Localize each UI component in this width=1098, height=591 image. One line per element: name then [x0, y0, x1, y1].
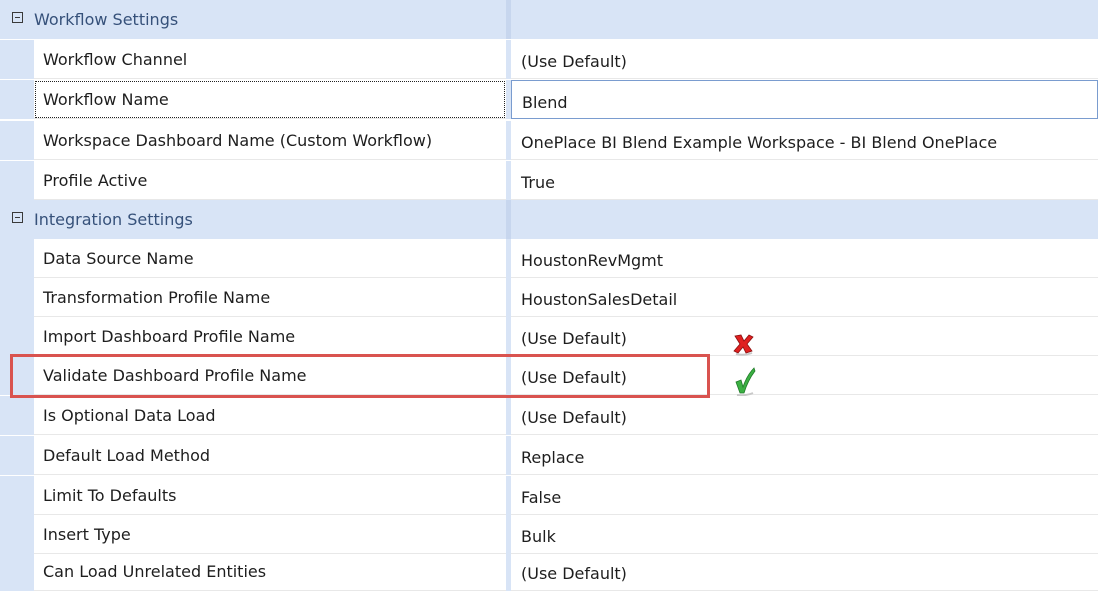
red-x-icon [733, 334, 754, 356]
property-row[interactable]: Profile Active True [0, 161, 1098, 200]
column-separator [506, 200, 511, 239]
property-value[interactable]: HoustonRevMgmt [511, 239, 1098, 278]
row-gutter [0, 436, 34, 475]
property-name[interactable]: Limit To Defaults [34, 476, 506, 515]
property-name[interactable]: Can Load Unrelated Entities [34, 552, 506, 591]
row-gutter [0, 396, 34, 435]
property-row[interactable]: Can Load Unrelated Entities (Use Default… [0, 552, 1098, 591]
row-gutter [0, 515, 34, 554]
property-name-text: Workflow Channel [43, 50, 188, 69]
property-value-text: OnePlace BI Blend Example Workspace - BI… [521, 133, 998, 152]
property-name[interactable]: Default Load Method [34, 436, 506, 475]
property-row[interactable]: Default Load Method Replace [0, 436, 1098, 475]
row-gutter [0, 40, 34, 79]
property-row[interactable]: Limit To Defaults False [0, 476, 1098, 515]
property-row-selected[interactable]: Workflow Name Blend [0, 80, 1098, 119]
property-value[interactable]: Bulk [511, 515, 1098, 554]
property-value[interactable]: (Use Default) [511, 396, 1098, 435]
row-gutter [0, 476, 34, 515]
property-row[interactable]: Insert Type Bulk [0, 515, 1098, 554]
green-check-icon [735, 367, 756, 396]
property-value-text: Blend [522, 93, 568, 112]
property-value[interactable]: (Use Default) [511, 40, 1098, 79]
property-name[interactable]: Profile Active [34, 161, 506, 200]
property-name-text: Can Load Unrelated Entities [43, 562, 267, 581]
property-value-text: (Use Default) [521, 329, 627, 348]
property-name[interactable]: Workflow Name [34, 80, 506, 119]
property-name-text: Workspace Dashboard Name (Custom Workflo… [43, 131, 433, 150]
property-name-text: Data Source Name [43, 249, 194, 268]
property-name[interactable]: Is Optional Data Load [34, 396, 506, 435]
property-row[interactable]: Transformation Profile Name HoustonSales… [0, 278, 1098, 317]
category-label: Workflow Settings [34, 10, 179, 29]
property-name-text: Transformation Profile Name [43, 288, 271, 307]
property-name-text: Insert Type [43, 525, 131, 544]
property-value-text: Bulk [521, 527, 556, 546]
property-name-text: Profile Active [43, 171, 148, 190]
property-value[interactable]: (Use Default) [511, 317, 1098, 356]
property-row[interactable]: Workflow Channel (Use Default) [0, 40, 1098, 79]
property-name-text: Is Optional Data Load [43, 406, 216, 425]
category-label: Integration Settings [34, 210, 193, 229]
property-value-text: Replace [521, 448, 585, 467]
property-row[interactable]: Data Source Name HoustonRevMgmt [0, 239, 1098, 278]
property-value[interactable]: HoustonSalesDetail [511, 278, 1098, 317]
row-gutter [0, 80, 34, 119]
row-gutter [0, 278, 34, 317]
property-value-text: (Use Default) [521, 564, 627, 583]
property-name-text: Default Load Method [43, 446, 211, 465]
property-name[interactable]: Transformation Profile Name [34, 278, 506, 317]
property-row[interactable]: Workspace Dashboard Name (Custom Workflo… [0, 121, 1098, 160]
property-value[interactable]: (Use Default) [511, 552, 1098, 591]
property-value-text: False [521, 488, 562, 507]
row-gutter [0, 317, 34, 356]
property-name[interactable]: Data Source Name [34, 239, 506, 278]
collapse-icon[interactable] [12, 212, 23, 223]
property-grid: Workflow Settings Workflow Channel (Use … [0, 0, 1098, 591]
property-name[interactable]: Workspace Dashboard Name (Custom Workflo… [34, 121, 506, 160]
property-value-text: True [521, 173, 555, 192]
property-name-text: Workflow Name [43, 90, 169, 109]
collapse-icon[interactable] [12, 12, 23, 23]
property-value[interactable]: Replace [511, 436, 1098, 475]
row-gutter [0, 161, 34, 200]
property-value-editor[interactable]: Blend [511, 80, 1098, 119]
property-value-text: HoustonSalesDetail [521, 290, 678, 309]
property-value[interactable]: True [511, 161, 1098, 200]
property-value[interactable]: False [511, 476, 1098, 515]
property-value-text: (Use Default) [521, 52, 627, 71]
property-value-text: HoustonRevMgmt [521, 251, 664, 270]
property-value[interactable]: OnePlace BI Blend Example Workspace - BI… [511, 121, 1098, 160]
column-separator [506, 0, 511, 39]
property-name[interactable]: Insert Type [34, 515, 506, 554]
row-gutter [0, 121, 34, 160]
property-row[interactable]: Is Optional Data Load (Use Default) [0, 396, 1098, 435]
property-name-text: Limit To Defaults [43, 486, 177, 505]
row-gutter [0, 552, 34, 591]
property-row[interactable]: Import Dashboard Profile Name (Use Defau… [0, 317, 1098, 356]
category-integration-settings[interactable]: Integration Settings [0, 200, 1098, 239]
property-value-text: (Use Default) [521, 408, 627, 427]
row-gutter [0, 239, 34, 278]
property-name-text: Import Dashboard Profile Name [43, 327, 296, 346]
category-workflow-settings[interactable]: Workflow Settings [0, 0, 1098, 39]
property-name[interactable]: Import Dashboard Profile Name [34, 317, 506, 356]
property-name[interactable]: Workflow Channel [34, 40, 506, 79]
highlight-box [10, 354, 710, 398]
